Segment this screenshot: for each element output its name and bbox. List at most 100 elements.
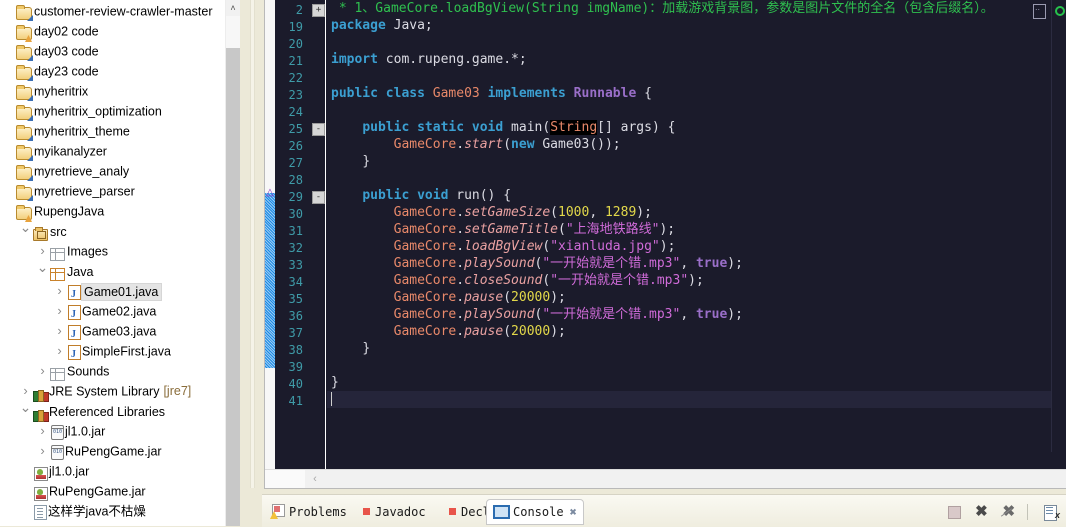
chevron-down-icon[interactable]: [19, 401, 32, 423]
code-line[interactable]: [327, 34, 1066, 51]
toolbar-divider: [1026, 504, 1028, 520]
chevron-right-icon[interactable]: [53, 281, 66, 302]
fold-collapse-icon[interactable]: -: [312, 123, 325, 136]
tree-item[interactable]: Sounds: [0, 361, 226, 381]
console-icon: [493, 505, 510, 519]
tree-item[interactable]: Game02.java: [0, 301, 226, 325]
chevron-right-icon[interactable]: [36, 361, 49, 382]
tree-item[interactable]: src: [0, 221, 226, 243]
chevron-down-icon[interactable]: [36, 261, 49, 283]
tree-item-label: myheritrix_optimization: [34, 104, 162, 119]
line-number: 23: [288, 88, 303, 102]
tree-item-label: myheritrix: [34, 84, 89, 99]
clear-console-button[interactable]: x: [1041, 503, 1060, 521]
code-line[interactable]: GameCore.closeSound("一开始就是个错.mp3");: [327, 272, 1066, 289]
explorer-vertical-scrollbar[interactable]: ˄: [225, 0, 240, 526]
code-line[interactable]: [327, 357, 1066, 374]
chevron-right-icon[interactable]: [36, 441, 49, 462]
close-icon[interactable]: ✖: [570, 500, 577, 524]
tree-item-label: Referenced Libraries: [49, 405, 166, 419]
terminate-button[interactable]: [945, 503, 964, 521]
tree-item[interactable]: day02 code: [0, 21, 226, 41]
chevron-right-icon[interactable]: [53, 341, 66, 362]
code-line[interactable]: public void run() {: [327, 187, 1066, 204]
tree-item[interactable]: Game03.java: [0, 321, 226, 345]
bookmark-marker-icon[interactable]: [1055, 6, 1065, 16]
code-line[interactable]: GameCore.playSound("一开始就是个错.mp3", true);: [327, 306, 1066, 323]
code-line[interactable]: GameCore.pause(20000);: [327, 289, 1066, 306]
line-number: 33: [288, 258, 303, 272]
code-editor[interactable]: 2 19 20 21 22 23 24 25 26 27 28 29 30 31 32 33 34 35 36 37 3…: [265, 0, 1066, 470]
text-file-icon: [34, 505, 47, 520]
tree-item[interactable]: Referenced Libraries: [0, 401, 226, 423]
code-text-area[interactable]: * 1、GameCore.loadBgView(String imgName)：…: [327, 0, 1066, 470]
tree-item[interactable]: myretrieve_analy: [0, 161, 226, 181]
code-line[interactable]: import com.rupeng.game.*;: [327, 51, 1066, 68]
tree-item[interactable]: myheritrix_theme: [0, 121, 226, 141]
editor-horizontal-scrollbar[interactable]: ‹: [265, 469, 1066, 488]
code-line[interactable]: public static void main(String[] args) {: [327, 119, 1066, 136]
tree-item[interactable]: Game01.java: [0, 281, 226, 305]
chevron-right-icon[interactable]: [53, 301, 66, 322]
tree-item[interactable]: JRE System Library[jre7]: [0, 381, 226, 402]
tree-item[interactable]: myikanalyzer: [0, 141, 226, 161]
code-line[interactable]: GameCore.playSound("一开始就是个错.mp3", true);: [327, 255, 1066, 272]
overview-ruler[interactable]: [1051, 0, 1066, 452]
chevron-down-icon[interactable]: [19, 221, 32, 243]
line-number: 29: [288, 190, 303, 204]
chevron-right-icon[interactable]: [53, 321, 66, 342]
tree-item[interactable]: myheritrix: [0, 81, 226, 101]
tree-item[interactable]: 这样学java不枯燥: [0, 501, 226, 521]
code-line[interactable]: GameCore.setGameTitle("上海地铁路线");: [327, 221, 1066, 238]
tree-item[interactable]: RuPengGame.jar: [0, 441, 226, 461]
code-line[interactable]: }: [327, 374, 1066, 391]
line-number: 20: [288, 37, 303, 51]
project-warning-icon: [16, 105, 32, 120]
code-line[interactable]: [327, 68, 1066, 85]
panel-splitter[interactable]: [240, 0, 264, 526]
tree-item[interactable]: day03 code: [0, 41, 226, 61]
code-line[interactable]: [327, 391, 1066, 408]
tree-item[interactable]: customer-review-crawler-master: [0, 1, 226, 21]
tree-item[interactable]: RuPengGame.jar: [0, 481, 226, 501]
code-line[interactable]: GameCore.loadBgView("xianluda.jpg");: [327, 238, 1066, 255]
tree-item[interactable]: jl1.0.jar: [0, 461, 226, 481]
tab-problems[interactable]: Problems: [270, 501, 347, 523]
console-toolbar: ✖ ✖ x: [940, 503, 1060, 523]
remove-launch-button[interactable]: ✖: [972, 503, 991, 521]
package-icon: [50, 248, 65, 261]
code-line[interactable]: public class Game03 implements Runnable …: [327, 85, 1066, 102]
tree-item-label: myretrieve_analy: [34, 164, 130, 179]
folding-column[interactable]: + - -: [311, 0, 325, 470]
scrollbar-thumb[interactable]: [226, 48, 240, 526]
tab-console[interactable]: Console ✖: [486, 499, 584, 525]
tree-item[interactable]: myheritrix_optimization: [0, 101, 226, 121]
tree-item[interactable]: Java: [0, 261, 226, 283]
code-editor-panel: 2 19 20 21 22 23 24 25 26 27 28 29 30 31 32 33 34 35 36 37 3…: [264, 0, 1066, 489]
tree-item-label: Game02.java: [82, 304, 157, 319]
tree-item[interactable]: day23 code: [0, 61, 226, 81]
code-line[interactable]: [327, 170, 1066, 187]
package-explorer-panel: customer-review-crawler-master day02 code…: [0, 0, 240, 526]
chevron-right-icon[interactable]: [36, 421, 49, 442]
scroll-left-arrow-icon[interactable]: ‹: [307, 470, 323, 488]
code-line[interactable]: }: [327, 340, 1066, 357]
code-line[interactable]: * 1、GameCore.loadBgView(String imgName)：…: [327, 0, 1066, 17]
tree-item[interactable]: myretrieve_parser: [0, 181, 226, 201]
code-line[interactable]: }: [327, 153, 1066, 170]
remove-all-terminated-button[interactable]: ✖: [999, 503, 1018, 521]
project-tree[interactable]: customer-review-crawler-master day02 code…: [0, 0, 226, 521]
tree-item[interactable]: SimpleFirst.java: [0, 341, 226, 365]
code-line[interactable]: GameCore.start(new Game03());: [327, 136, 1066, 153]
code-line[interactable]: package Java;: [327, 17, 1066, 34]
tree-item[interactable]: jl1.0.jar: [0, 421, 226, 441]
fold-collapse-icon[interactable]: -: [312, 191, 325, 204]
tab-javadoc[interactable]: Javadoc: [363, 501, 426, 523]
code-line[interactable]: [327, 102, 1066, 119]
scroll-up-arrow-icon[interactable]: ˄: [226, 0, 240, 16]
code-line[interactable]: GameCore.setGameSize(1000, 1289);: [327, 204, 1066, 221]
fold-expand-icon[interactable]: +: [312, 4, 325, 17]
tree-item[interactable]: RupengJava: [0, 201, 226, 221]
code-line[interactable]: GameCore.pause(20000);: [327, 323, 1066, 340]
tree-item[interactable]: Images: [0, 241, 226, 261]
